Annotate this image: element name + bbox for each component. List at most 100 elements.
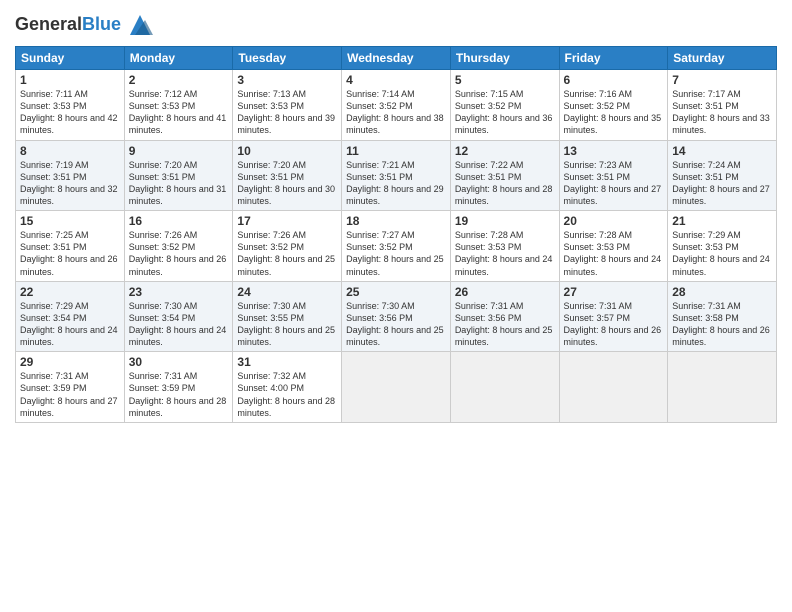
calendar-cell: 13 Sunrise: 7:23 AMSunset: 3:51 PMDayligh… (559, 140, 668, 211)
day-info: Sunrise: 7:28 AMSunset: 3:53 PMDaylight:… (455, 230, 553, 276)
calendar-cell: 8 Sunrise: 7:19 AMSunset: 3:51 PMDaylight… (16, 140, 125, 211)
calendar-cell: 31Sunrise: 7:32 AMSunset: 4:00 PMDayligh… (233, 352, 342, 423)
day-number: 1 (20, 73, 120, 87)
calendar-cell: 22 Sunrise: 7:29 AMSunset: 3:54 PMDayligh… (16, 281, 125, 352)
calendar-cell: 25 Sunrise: 7:30 AMSunset: 3:56 PMDayligh… (342, 281, 451, 352)
page: GeneralBlue SundayMondayTuesdayWednesday… (0, 0, 792, 612)
day-number: 17 (237, 214, 337, 228)
calendar-cell: 16 Sunrise: 7:26 AMSunset: 3:52 PMDayligh… (124, 211, 233, 282)
day-info: Sunrise: 7:20 AMSunset: 3:51 PMDaylight:… (237, 160, 335, 206)
day-info: Sunrise: 7:31 AMSunset: 3:56 PMDaylight:… (455, 301, 553, 347)
day-number: 24 (237, 285, 337, 299)
day-info: Sunrise: 7:16 AMSunset: 3:52 PMDaylight:… (564, 89, 662, 135)
day-number: 2 (129, 73, 229, 87)
day-info: Sunrise: 7:28 AMSunset: 3:53 PMDaylight:… (564, 230, 662, 276)
calendar-cell: 24 Sunrise: 7:30 AMSunset: 3:55 PMDayligh… (233, 281, 342, 352)
day-info: Sunrise: 7:30 AMSunset: 3:56 PMDaylight:… (346, 301, 444, 347)
calendar-cell: 9 Sunrise: 7:20 AMSunset: 3:51 PMDaylight… (124, 140, 233, 211)
day-number: 8 (20, 144, 120, 158)
day-number: 10 (237, 144, 337, 158)
day-number: 11 (346, 144, 446, 158)
calendar-cell: 19 Sunrise: 7:28 AMSunset: 3:53 PMDayligh… (450, 211, 559, 282)
calendar-cell (668, 352, 777, 423)
weekday-header: Wednesday (342, 47, 451, 70)
day-number: 27 (564, 285, 664, 299)
day-number: 7 (672, 73, 772, 87)
calendar-cell: 2 Sunrise: 7:12 AMSunset: 3:53 PMDaylight… (124, 70, 233, 141)
calendar-cell (342, 352, 451, 423)
day-number: 30 (129, 355, 229, 369)
day-info: Sunrise: 7:31 AMSunset: 3:58 PMDaylight:… (672, 301, 770, 347)
calendar-cell: 26 Sunrise: 7:31 AMSunset: 3:56 PMDayligh… (450, 281, 559, 352)
calendar-cell: 18Sunrise: 7:27 AMSunset: 3:52 PMDayligh… (342, 211, 451, 282)
day-info: Sunrise: 7:30 AMSunset: 3:55 PMDaylight:… (237, 301, 335, 347)
calendar-cell: 14Sunrise: 7:24 AMSunset: 3:51 PMDayligh… (668, 140, 777, 211)
calendar-cell: 1 Sunrise: 7:11 AMSunset: 3:53 PMDaylight… (16, 70, 125, 141)
weekday-header: Sunday (16, 47, 125, 70)
calendar-cell: 4 Sunrise: 7:14 AMSunset: 3:52 PMDaylight… (342, 70, 451, 141)
calendar-cell: 20 Sunrise: 7:28 AMSunset: 3:53 PMDayligh… (559, 211, 668, 282)
day-number: 6 (564, 73, 664, 87)
day-info: Sunrise: 7:29 AMSunset: 3:54 PMDaylight:… (20, 301, 118, 347)
day-info: Sunrise: 7:20 AMSunset: 3:51 PMDaylight:… (129, 160, 227, 206)
calendar-cell (450, 352, 559, 423)
calendar-cell: 11 Sunrise: 7:21 AMSunset: 3:51 PMDayligh… (342, 140, 451, 211)
weekday-header: Monday (124, 47, 233, 70)
calendar-cell: 23 Sunrise: 7:30 AMSunset: 3:54 PMDayligh… (124, 281, 233, 352)
day-info: Sunrise: 7:13 AMSunset: 3:53 PMDaylight:… (237, 89, 335, 135)
day-info: Sunrise: 7:32 AMSunset: 4:00 PMDaylight:… (237, 371, 335, 417)
weekday-header: Thursday (450, 47, 559, 70)
day-number: 4 (346, 73, 446, 87)
calendar: SundayMondayTuesdayWednesdayThursdayFrid… (15, 46, 777, 423)
day-number: 13 (564, 144, 664, 158)
header: GeneralBlue (15, 10, 777, 40)
weekday-header: Friday (559, 47, 668, 70)
day-info: Sunrise: 7:12 AMSunset: 3:53 PMDaylight:… (129, 89, 227, 135)
day-number: 9 (129, 144, 229, 158)
calendar-cell: 29Sunrise: 7:31 AMSunset: 3:59 PMDayligh… (16, 352, 125, 423)
day-info: Sunrise: 7:29 AMSunset: 3:53 PMDaylight:… (672, 230, 770, 276)
day-info: Sunrise: 7:23 AMSunset: 3:51 PMDaylight:… (564, 160, 662, 206)
day-number: 18 (346, 214, 446, 228)
calendar-cell: 3 Sunrise: 7:13 AMSunset: 3:53 PMDaylight… (233, 70, 342, 141)
weekday-header: Saturday (668, 47, 777, 70)
day-number: 23 (129, 285, 229, 299)
day-number: 22 (20, 285, 120, 299)
day-number: 25 (346, 285, 446, 299)
calendar-cell: 15Sunrise: 7:25 AMSunset: 3:51 PMDayligh… (16, 211, 125, 282)
calendar-cell: 30 Sunrise: 7:31 AMSunset: 3:59 PMDayligh… (124, 352, 233, 423)
logo: GeneralBlue (15, 10, 155, 40)
day-info: Sunrise: 7:31 AMSunset: 3:57 PMDaylight:… (564, 301, 662, 347)
calendar-cell (559, 352, 668, 423)
calendar-cell: 7Sunrise: 7:17 AMSunset: 3:51 PMDaylight… (668, 70, 777, 141)
day-number: 16 (129, 214, 229, 228)
weekday-header: Tuesday (233, 47, 342, 70)
day-info: Sunrise: 7:11 AMSunset: 3:53 PMDaylight:… (20, 89, 118, 135)
day-number: 28 (672, 285, 772, 299)
logo-blue: Blue (82, 14, 121, 34)
day-info: Sunrise: 7:30 AMSunset: 3:54 PMDaylight:… (129, 301, 227, 347)
calendar-cell: 28 Sunrise: 7:31 AMSunset: 3:58 PMDayligh… (668, 281, 777, 352)
day-number: 26 (455, 285, 555, 299)
day-info: Sunrise: 7:24 AMSunset: 3:51 PMDaylight:… (672, 160, 770, 206)
calendar-cell: 12 Sunrise: 7:22 AMSunset: 3:51 PMDayligh… (450, 140, 559, 211)
day-number: 3 (237, 73, 337, 87)
day-number: 12 (455, 144, 555, 158)
day-number: 5 (455, 73, 555, 87)
calendar-cell: 10 Sunrise: 7:20 AMSunset: 3:51 PMDayligh… (233, 140, 342, 211)
day-number: 29 (20, 355, 120, 369)
calendar-cell: 17 Sunrise: 7:26 AMSunset: 3:52 PMDayligh… (233, 211, 342, 282)
day-info: Sunrise: 7:26 AMSunset: 3:52 PMDaylight:… (237, 230, 335, 276)
logo-text: GeneralBlue (15, 15, 121, 35)
day-info: Sunrise: 7:14 AMSunset: 3:52 PMDaylight:… (346, 89, 444, 135)
calendar-cell: 5Sunrise: 7:15 AMSunset: 3:52 PMDaylight… (450, 70, 559, 141)
day-info: Sunrise: 7:22 AMSunset: 3:51 PMDaylight:… (455, 160, 553, 206)
day-info: Sunrise: 7:19 AMSunset: 3:51 PMDaylight:… (20, 160, 118, 206)
day-info: Sunrise: 7:21 AMSunset: 3:51 PMDaylight:… (346, 160, 444, 206)
day-number: 20 (564, 214, 664, 228)
logo-icon (125, 10, 155, 40)
day-info: Sunrise: 7:31 AMSunset: 3:59 PMDaylight:… (129, 371, 227, 417)
day-number: 19 (455, 214, 555, 228)
day-info: Sunrise: 7:26 AMSunset: 3:52 PMDaylight:… (129, 230, 227, 276)
day-info: Sunrise: 7:25 AMSunset: 3:51 PMDaylight:… (20, 230, 118, 276)
